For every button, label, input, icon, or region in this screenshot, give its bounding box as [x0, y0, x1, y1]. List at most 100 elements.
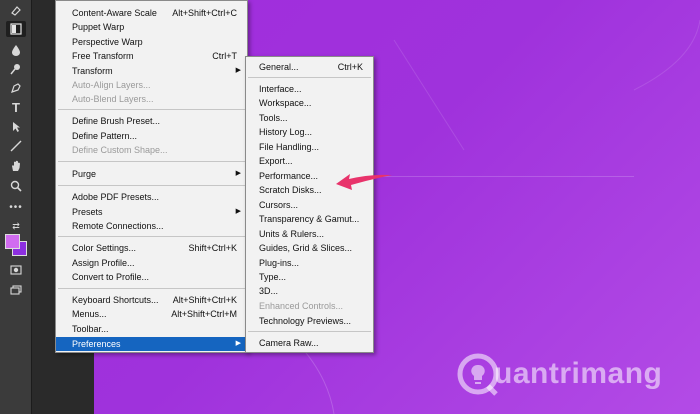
menu-item-keyboard-shortcuts[interactable]: Keyboard Shortcuts... Alt+Shift+Ctrl+K	[56, 293, 247, 307]
menu-item-label: Enhanced Controls...	[259, 301, 344, 311]
menu-item-label: History Log...	[259, 127, 313, 137]
dodge-icon[interactable]	[6, 61, 26, 77]
menu-separator	[58, 288, 245, 289]
menu-item-general[interactable]: General... Ctrl+K	[246, 60, 373, 74]
menu-item-guides-grid-slices[interactable]: Guides, Grid & Slices...	[246, 241, 373, 255]
menu-item-content-aware-scale[interactable]: Content-Aware Scale Alt+Shift+Ctrl+C	[56, 6, 247, 20]
menu-item-label: Preferences	[72, 339, 121, 349]
type-icon[interactable]: T	[6, 99, 26, 115]
menu-item-define-pattern[interactable]: Define Pattern...	[56, 129, 247, 143]
more-tools-icon[interactable]: •••	[6, 200, 26, 216]
hand-icon[interactable]	[6, 158, 26, 174]
menu-item-label: Content-Aware Scale	[72, 8, 157, 18]
menu-item-label: Camera Raw...	[259, 338, 319, 348]
menu-item-define-brush-preset[interactable]: Define Brush Preset...	[56, 114, 247, 128]
menu-item-file-handling[interactable]: File Handling...	[246, 140, 373, 154]
menu-item-preferences[interactable]: Preferences ▶	[56, 337, 247, 351]
menu-item-transparency-gamut[interactable]: Transparency & Gamut...	[246, 212, 373, 226]
watermark-text: uantrimang	[494, 357, 663, 390]
menu-item-label: Interface...	[259, 84, 302, 94]
menu-item-label: Toolbar...	[72, 324, 109, 334]
menu-item-label: Guides, Grid & Slices...	[259, 243, 353, 253]
menu-item-shortcut: Ctrl+T	[212, 51, 237, 61]
menu-item-label: Define Brush Preset...	[72, 116, 161, 126]
submenu-arrow-icon: ▶	[235, 67, 241, 74]
menu-item-label: Cursors...	[259, 200, 299, 210]
menu-item-toolbar[interactable]: Toolbar...	[56, 322, 247, 336]
menu-item-label: Units & Rulers...	[259, 229, 325, 239]
menu-item-shortcut: Alt+Shift+Ctrl+K	[172, 295, 237, 305]
menu-item-label: 3D...	[259, 286, 279, 296]
menu-item-free-transform[interactable]: Free Transform Ctrl+T	[56, 49, 247, 63]
menu-item-camera-raw[interactable]: Camera Raw...	[246, 336, 373, 350]
menu-item-convert-to-profile[interactable]: Convert to Profile...	[56, 270, 247, 284]
path-selection-icon[interactable]	[6, 119, 26, 135]
menu-item-label: Transform	[72, 66, 113, 76]
menu-item-label: Keyboard Shortcuts...	[72, 295, 159, 305]
menu-item-enhanced-controls: Enhanced Controls...	[246, 299, 373, 313]
menu-item-shortcut: Alt+Shift+Ctrl+M	[171, 309, 237, 319]
foreground-color-swatch[interactable]	[5, 234, 20, 249]
zoom-icon[interactable]	[6, 178, 26, 194]
menu-item-label: Remote Connections...	[72, 221, 164, 231]
menu-item-label: Plug-ins...	[259, 258, 300, 268]
menu-item-label: Performance...	[259, 171, 319, 181]
eraser-icon[interactable]	[6, 3, 26, 19]
tools-panel: T ••• ⇄	[0, 0, 32, 414]
menu-item-auto-blend-layers: Auto-Blend Layers...	[56, 92, 247, 106]
menu-item-label: Export...	[259, 156, 293, 166]
quick-mask-icon[interactable]	[6, 262, 26, 278]
menu-item-label: Menus...	[72, 309, 107, 319]
submenu-arrow-icon: ▶	[235, 340, 241, 347]
menu-item-plug-ins[interactable]: Plug-ins...	[246, 256, 373, 270]
menu-item-interface[interactable]: Interface...	[246, 82, 373, 96]
screen-mode-icon[interactable]	[6, 282, 26, 298]
menu-separator	[58, 185, 245, 186]
menu-item-label: Convert to Profile...	[72, 272, 150, 282]
menu-item-cursors[interactable]: Cursors...	[246, 198, 373, 212]
menu-item-3d[interactable]: 3D...	[246, 284, 373, 298]
menu-item-label: Transparency & Gamut...	[259, 214, 360, 224]
submenu-arrow-icon: ▶	[235, 208, 241, 215]
menu-item-label: Workspace...	[259, 98, 312, 108]
menu-item-define-custom-shape: Define Custom Shape...	[56, 143, 247, 157]
menu-item-perspective-warp[interactable]: Perspective Warp	[56, 35, 247, 49]
menu-item-auto-align-layers: Auto-Align Layers...	[56, 78, 247, 92]
menu-item-transform[interactable]: Transform ▶	[56, 64, 247, 78]
menu-item-label: Type...	[259, 272, 287, 282]
menu-item-label: Assign Profile...	[72, 258, 135, 268]
menu-item-technology-previews[interactable]: Technology Previews...	[246, 314, 373, 328]
menu-item-label: Free Transform	[72, 51, 134, 61]
menu-item-shortcut: Alt+Shift+Ctrl+C	[172, 8, 237, 18]
pointer-arrow-icon	[336, 174, 392, 190]
menu-item-color-settings[interactable]: Color Settings... Shift+Ctrl+K	[56, 241, 247, 255]
submenu-arrow-icon: ▶	[235, 170, 241, 177]
menu-item-adobe-pdf-presets[interactable]: Adobe PDF Presets...	[56, 190, 247, 204]
menu-item-purge[interactable]: Purge ▶	[56, 167, 247, 181]
line-icon[interactable]	[6, 138, 26, 154]
menu-item-export[interactable]: Export...	[246, 154, 373, 168]
menu-item-label: Adobe PDF Presets...	[72, 192, 160, 202]
menu-item-label: Purge	[72, 169, 97, 179]
menu-item-shortcut: Ctrl+K	[337, 62, 363, 72]
menu-item-tools[interactable]: Tools...	[246, 111, 373, 125]
blur-icon[interactable]	[6, 42, 26, 58]
menu-item-assign-profile[interactable]: Assign Profile...	[56, 256, 247, 270]
menu-item-label: Auto-Align Layers...	[72, 80, 151, 90]
pen-icon[interactable]	[6, 80, 26, 96]
menu-item-presets[interactable]: Presets ▶	[56, 205, 247, 219]
menu-item-puppet-warp[interactable]: Puppet Warp	[56, 20, 247, 34]
swap-colors-icon[interactable]: ⇄	[6, 218, 26, 234]
menu-item-remote-connections[interactable]: Remote Connections...	[56, 219, 247, 233]
edit-menu: Content-Aware Scale Alt+Shift+Ctrl+C Pupp…	[55, 0, 248, 353]
menu-item-shortcut: Shift+Ctrl+K	[188, 243, 237, 253]
menu-item-type[interactable]: Type...	[246, 270, 373, 284]
preferences-submenu: General... Ctrl+K Interface... Workspace.…	[245, 56, 374, 353]
menu-item-workspace[interactable]: Workspace...	[246, 96, 373, 110]
menu-item-units-rulers[interactable]: Units & Rulers...	[246, 227, 373, 241]
gradient-icon[interactable]	[6, 21, 26, 37]
menu-item-menus[interactable]: Menus... Alt+Shift+Ctrl+M	[56, 307, 247, 321]
menu-item-label: Presets	[72, 207, 103, 217]
menu-item-history-log[interactable]: History Log...	[246, 125, 373, 139]
menu-separator	[58, 161, 245, 162]
